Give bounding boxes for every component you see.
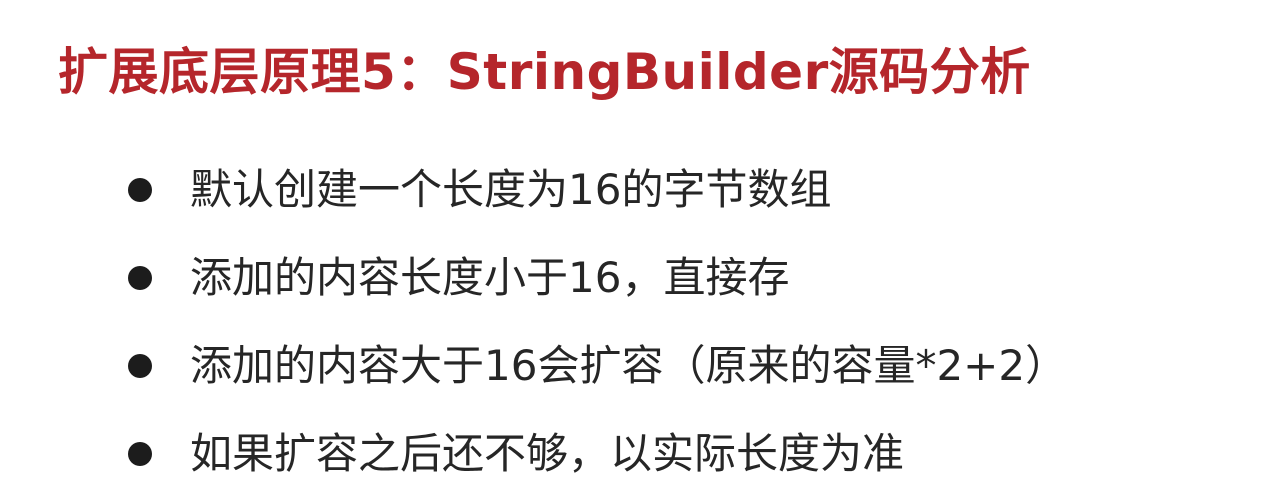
- bullet-dot-icon: [128, 266, 152, 290]
- bullet-text: 默认创建一个长度为16的字节数组: [190, 165, 832, 214]
- bullet-item: 添加的内容长度小于16，直接存: [0, 234, 1279, 322]
- slide-title: 扩展底层原理5：StringBuilder源码分析: [58, 43, 1031, 101]
- bullet-list: 默认创建一个长度为16的字节数组 添加的内容长度小于16，直接存 添加的内容大于…: [0, 146, 1279, 498]
- bullet-dot-icon: [128, 442, 152, 466]
- bullet-text: 添加的内容大于16会扩容（原来的容量*2+2）: [190, 341, 1068, 390]
- bullet-dot-icon: [128, 354, 152, 378]
- bullet-dot-icon: [128, 178, 152, 202]
- bullet-item: 默认创建一个长度为16的字节数组: [0, 146, 1279, 234]
- bullet-item: 添加的内容大于16会扩容（原来的容量*2+2）: [0, 322, 1279, 410]
- bullet-text: 添加的内容长度小于16，直接存: [190, 253, 790, 302]
- bullet-item: 如果扩容之后还不够，以实际长度为准: [0, 410, 1279, 498]
- slide: 扩展底层原理5：StringBuilder源码分析 默认创建一个长度为16的字节…: [0, 0, 1279, 491]
- bullet-text: 如果扩容之后还不够，以实际长度为准: [190, 429, 905, 478]
